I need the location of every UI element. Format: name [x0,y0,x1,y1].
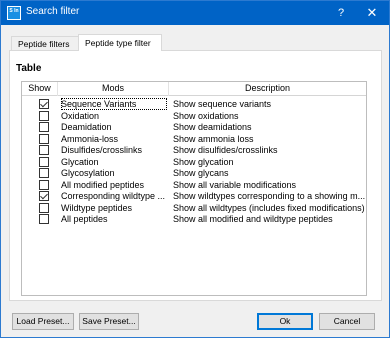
mods-cell: Oxidation [61,110,100,121]
mods-cell: Disulfides/crosslinks [61,145,143,155]
description-cell: Show disulfides/crosslinks [173,145,278,155]
save-preset-button[interactable]: Save Preset... [79,313,139,330]
table-row[interactable]: Wildtype peptides Show all wildtypes (inc… [22,202,366,214]
show-checkbox[interactable] [39,133,49,144]
mods-cell: Wildtype peptides [61,202,133,213]
table-title: Table [16,63,42,74]
show-checkbox[interactable] [39,214,49,224]
table-row[interactable]: All modified peptides Show all variable m… [22,179,366,191]
column-header-mods[interactable]: Mods [58,82,169,96]
ok-button[interactable]: Ok [257,313,313,330]
show-checkbox[interactable] [39,122,49,132]
show-checkbox[interactable] [39,99,49,109]
mods-cell: Glycation [61,156,99,167]
show-checkbox[interactable] [39,145,49,155]
table-header: Show Mods Description [22,82,366,96]
load-preset-button[interactable]: Load Preset... [12,313,74,330]
show-checkbox[interactable] [39,156,49,167]
description-cell: Show glycation [173,156,234,167]
mods-cell: Corresponding wildtype ... [61,191,166,201]
table-row[interactable]: Glycosylation Show glycans [22,167,366,179]
tab-peptide-filters[interactable]: Peptide filters [11,36,79,51]
search-filter-dialog: S ln Search filter ? ✕ Peptide filters P… [0,0,390,338]
table-row[interactable]: Disulfides/crosslinks Show disulfides/cro… [22,144,366,156]
table-row[interactable]: Glycation Show glycation [22,156,366,168]
column-header-show[interactable]: Show [22,82,58,96]
close-button[interactable]: ✕ [361,4,383,22]
table-row[interactable]: Deamidation Show deamidations [22,121,366,133]
description-cell: Show all wildtypes (includes fixed modif… [173,202,365,213]
mods-cell: Ammonia-loss [61,133,119,144]
cancel-button[interactable]: Cancel [319,313,375,330]
description-cell: Show glycans [173,168,229,178]
show-checkbox[interactable] [39,168,49,178]
table-row[interactable]: Ammonia-loss Show ammonia loss [22,133,366,145]
description-cell: Show ammonia loss [173,133,254,144]
show-checkbox[interactable] [39,202,49,213]
show-checkbox[interactable] [39,179,49,190]
description-cell: Show oxidations [173,110,239,121]
description-cell: Show all variable modifications [173,179,297,190]
description-cell: Show deamidations [173,122,252,132]
mods-cell: Sequence Variants [61,98,167,110]
title-bar: S ln Search filter ? ✕ [1,1,389,25]
column-header-description[interactable]: Description [169,82,366,96]
mods-cell: All modified peptides [61,179,145,190]
table-row[interactable]: All peptides Show all modified and wildty… [22,213,366,225]
filter-table: Show Mods Description Sequence Variants S… [21,81,367,296]
help-button[interactable]: ? [331,4,351,22]
show-checkbox[interactable] [39,110,49,121]
window-title: Search filter [26,6,80,17]
mods-cell: Glycosylation [61,168,115,178]
show-checkbox[interactable] [39,191,49,201]
description-cell: Show wildtypes corresponding to a showin… [173,191,366,201]
table-row[interactable]: Corresponding wildtype ... Show wildtypes… [22,190,366,202]
mods-cell: Deamidation [61,122,112,132]
tab-peptide-type-filter[interactable]: Peptide type filter [78,34,162,51]
table-row[interactable]: Sequence Variants Show sequence variants [22,98,366,110]
description-cell: Show all modified and wildtype peptides [173,214,333,224]
mods-cell: All peptides [61,214,108,224]
description-cell: Show sequence variants [173,99,272,109]
app-icon: S ln [7,6,21,20]
table-row[interactable]: Oxidation Show oxidations [22,110,366,122]
